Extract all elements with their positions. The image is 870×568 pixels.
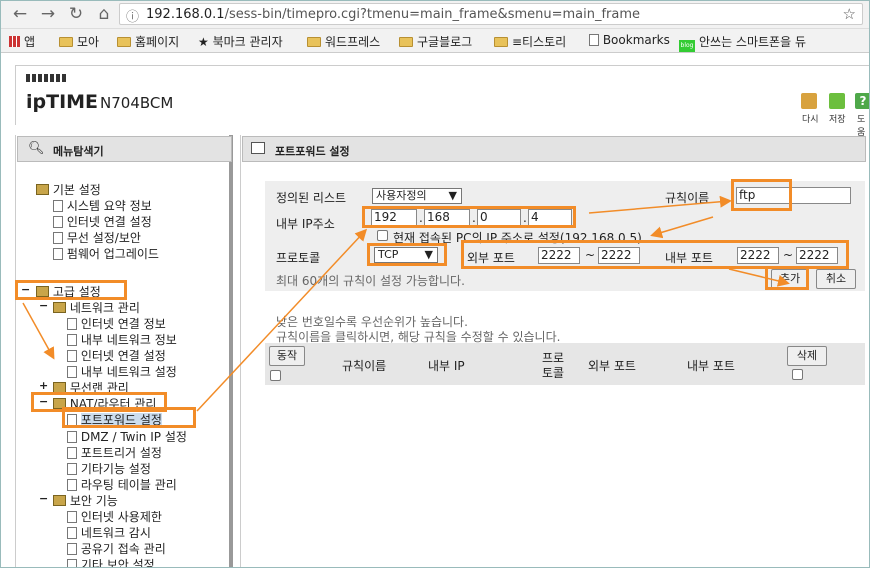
browser-window: ← → ↻ ⌂ ⓘ 192.168.0.1/sess-bin/timepro.c… bbox=[0, 0, 870, 568]
arrow-to-ip bbox=[196, 228, 368, 412]
annotation-arrows bbox=[22, 195, 790, 412]
arrow-to-rule-name bbox=[588, 195, 732, 214]
arrow-advanced-to-nat bbox=[22, 302, 55, 360]
arrow-to-current-pc bbox=[650, 216, 714, 239]
arrow-to-add bbox=[728, 268, 790, 287]
